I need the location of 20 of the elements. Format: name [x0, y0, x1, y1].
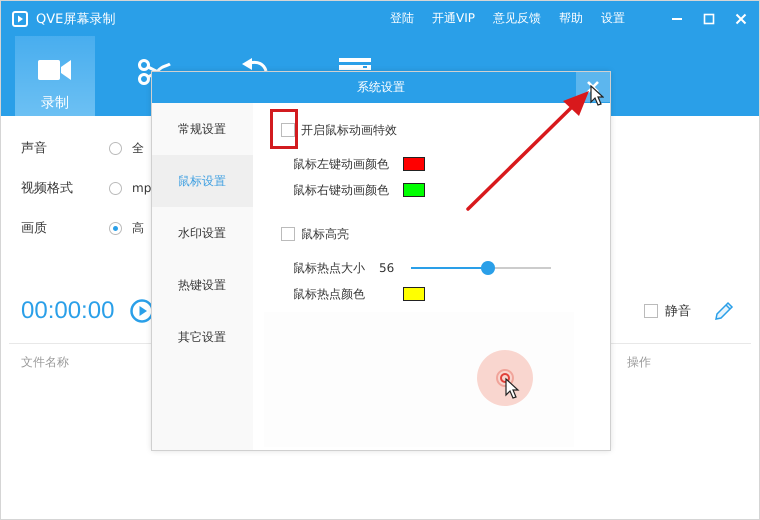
- window-title: QVE屏幕录制: [36, 10, 116, 28]
- setting-label: 视频格式: [21, 180, 74, 197]
- column-header: 文件名称: [21, 354, 70, 371]
- dialog-title: 系统设置: [357, 79, 405, 96]
- checkbox-label: 鼠标高亮: [301, 226, 349, 242]
- setting-label: 鼠标热点大小: [293, 260, 366, 276]
- tab-label: 录制: [41, 94, 69, 112]
- setting-label: 画质: [21, 220, 48, 237]
- timer-text: 00:00:00: [21, 297, 114, 325]
- option-label: mp: [132, 181, 152, 195]
- option-label: 高: [132, 220, 144, 236]
- setting-label: 鼠标热点颜色: [293, 286, 366, 302]
- checkbox-label: 开启鼠标动画特效: [301, 122, 397, 138]
- setting-label: 鼠标右键动画颜色: [293, 182, 390, 198]
- mute-label: 静音: [665, 303, 691, 320]
- setting-label: 声音: [21, 140, 48, 157]
- setting-label: 鼠标左键动画颜色: [293, 156, 390, 172]
- column-header: 操作: [627, 354, 651, 371]
- option-label: 全: [132, 140, 144, 156]
- slider-value: 56: [379, 261, 396, 275]
